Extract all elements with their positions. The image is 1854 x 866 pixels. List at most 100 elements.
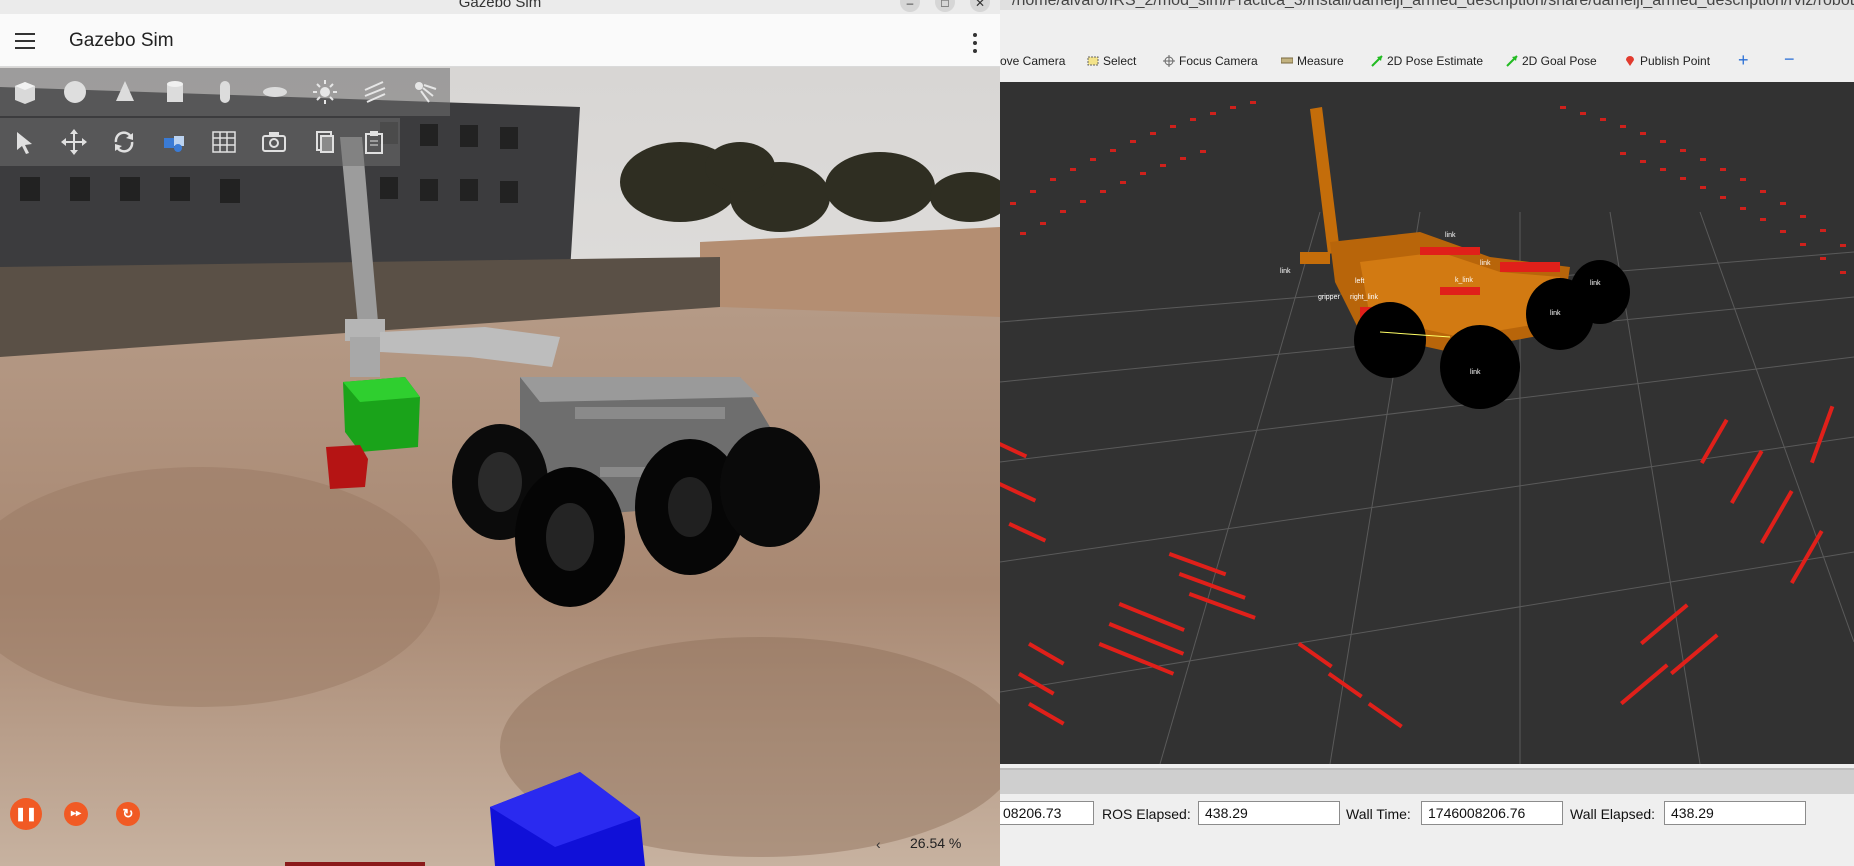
remove-tool-button[interactable]: − xyxy=(1784,49,1795,70)
select-mode-button[interactable] xyxy=(8,126,40,158)
rotate-icon xyxy=(114,131,134,153)
pose-estimate-label: 2D Pose Estimate xyxy=(1387,54,1484,68)
focus-camera-label: Focus Camera xyxy=(1179,54,1258,68)
rotate-mode-button[interactable] xyxy=(108,126,140,158)
app-title: Gazebo Sim xyxy=(69,30,174,51)
select-icon xyxy=(1087,56,1099,66)
frame-label: link xyxy=(1445,232,1456,239)
spot-light-button[interactable] xyxy=(409,76,441,108)
chevron-left-icon: ‹ xyxy=(876,836,881,852)
cylinder-button[interactable] xyxy=(159,76,191,108)
rviz-time-panel: 08206.73 ROS Elapsed: 438.29 Wall Time: … xyxy=(996,796,1854,836)
measure-icon xyxy=(1281,57,1293,64)
goal-pose-tool[interactable]: 2D Goal Pose xyxy=(1506,54,1597,68)
sphere-icon xyxy=(64,81,86,103)
collapse-stats-button[interactable]: ‹ xyxy=(876,836,881,852)
pose-estimate-tool[interactable]: 2D Pose Estimate xyxy=(1371,54,1483,68)
view-angle-icon xyxy=(164,136,184,152)
goal-pose-label: 2D Goal Pose xyxy=(1522,54,1597,68)
capsule-icon xyxy=(220,81,230,103)
copy-button[interactable] xyxy=(308,126,340,158)
translate-icon xyxy=(61,129,87,155)
screenshot-button[interactable] xyxy=(258,126,290,158)
red-cube xyxy=(326,445,368,489)
wall-time-field[interactable]: 1746008206.76 xyxy=(1421,801,1563,825)
rviz-panel-splitter[interactable] xyxy=(1000,768,1854,794)
publish-point-tool[interactable]: Publish Point xyxy=(1624,54,1710,68)
gazebo-scene xyxy=(0,67,1000,866)
sun-icon xyxy=(313,80,337,104)
publish-point-icon xyxy=(1626,56,1634,66)
translate-mode-button[interactable] xyxy=(58,126,90,158)
frame-label: link xyxy=(1550,310,1561,317)
laser-scan xyxy=(1000,101,1846,729)
grid-snap-button[interactable] xyxy=(208,126,240,158)
measure-label: Measure xyxy=(1297,54,1344,68)
wall-elapsed-label: Wall Elapsed: xyxy=(1570,806,1656,822)
ellipsoid-button[interactable] xyxy=(259,76,291,108)
move-camera-tool[interactable]: ove Camera xyxy=(1000,54,1065,68)
add-tool-button[interactable]: + xyxy=(1738,50,1749,71)
spot-light-icon xyxy=(415,82,437,103)
directional-light-icon xyxy=(364,81,386,103)
more-options-button[interactable] xyxy=(972,33,978,53)
rviz-status-bar xyxy=(1000,836,1854,866)
reset-button[interactable]: ↻ xyxy=(116,802,140,826)
ellipsoid-icon xyxy=(263,87,287,97)
step-button[interactable]: ▸▸ xyxy=(64,802,88,826)
transform-toolbar xyxy=(0,118,400,166)
ros-elapsed-field[interactable]: 438.29 xyxy=(1198,801,1340,825)
select-label: Select xyxy=(1103,54,1137,68)
minus-icon: − xyxy=(1784,49,1795,69)
minimize-icon: – xyxy=(906,0,914,10)
pause-icon: ❚❚ xyxy=(15,806,37,821)
cone-button[interactable] xyxy=(109,76,141,108)
frame-label: right_link xyxy=(1350,294,1379,301)
wall-time-label: Wall Time: xyxy=(1346,806,1411,822)
box-icon xyxy=(15,82,35,104)
gazebo-window: Gazebo Sim – □ ✕ Gazebo Sim ❚❚ ▸▸ ↻ ‹ 26… xyxy=(0,0,1000,866)
sphere-button[interactable] xyxy=(59,76,91,108)
rviz-3d-view[interactable]: link link link link link gripper right_l… xyxy=(1000,82,1854,764)
rviz-toolbar: ove Camera Select Focus Camera Measure 2… xyxy=(1000,46,1854,78)
real-time-factor: 26.54 % xyxy=(910,835,962,851)
ros-time-field[interactable]: 08206.73 xyxy=(996,801,1094,825)
move-camera-label: ove Camera xyxy=(1000,54,1066,68)
frame-label: link xyxy=(1280,268,1291,275)
directional-light-button[interactable] xyxy=(359,76,391,108)
rviz-robot-model xyxy=(1300,107,1630,409)
capsule-button[interactable] xyxy=(209,76,241,108)
frame-label: gripper xyxy=(1318,294,1340,301)
point-light-button[interactable] xyxy=(309,76,341,108)
view-angle-button[interactable] xyxy=(158,126,190,158)
select-arrow-icon xyxy=(17,132,32,154)
rviz-window-title: /home/alvaro/IRS_2/mod_sim/Practica_3/in… xyxy=(1012,0,1854,9)
wall-elapsed-field[interactable]: 438.29 xyxy=(1664,801,1806,825)
cone-icon xyxy=(116,81,134,101)
rviz-scene xyxy=(1000,101,1854,764)
goal-pose-icon xyxy=(1506,55,1518,67)
gazebo-3d-view[interactable] xyxy=(0,67,1000,866)
pose-estimate-icon xyxy=(1371,55,1383,67)
publish-point-label: Publish Point xyxy=(1640,54,1711,68)
grid-snap-icon xyxy=(212,131,236,153)
copy-icon xyxy=(316,131,334,153)
menu-button[interactable] xyxy=(15,33,35,49)
rviz-title-bar: /home/alvaro/IRS_2/mod_sim/Practica_3/in… xyxy=(1000,0,1854,10)
frame-label: left xyxy=(1355,278,1365,285)
paste-button[interactable] xyxy=(358,126,390,158)
measure-tool[interactable]: Measure xyxy=(1281,54,1344,68)
pause-button[interactable]: ❚❚ xyxy=(10,798,42,830)
frame-label: link xyxy=(1480,260,1491,267)
maximize-icon: □ xyxy=(941,0,949,10)
frame-label: link xyxy=(1590,280,1601,287)
shapes-toolbar xyxy=(0,68,450,116)
close-icon: ✕ xyxy=(974,0,986,10)
focus-camera-tool[interactable]: Focus Camera xyxy=(1163,54,1258,68)
gazebo-window-title: Gazebo Sim xyxy=(458,0,542,11)
box-button[interactable] xyxy=(9,76,41,108)
focus-camera-icon xyxy=(1163,55,1175,67)
frame-label: link xyxy=(1470,369,1481,376)
camera-icon xyxy=(262,132,286,152)
select-tool[interactable]: Select xyxy=(1087,54,1136,68)
